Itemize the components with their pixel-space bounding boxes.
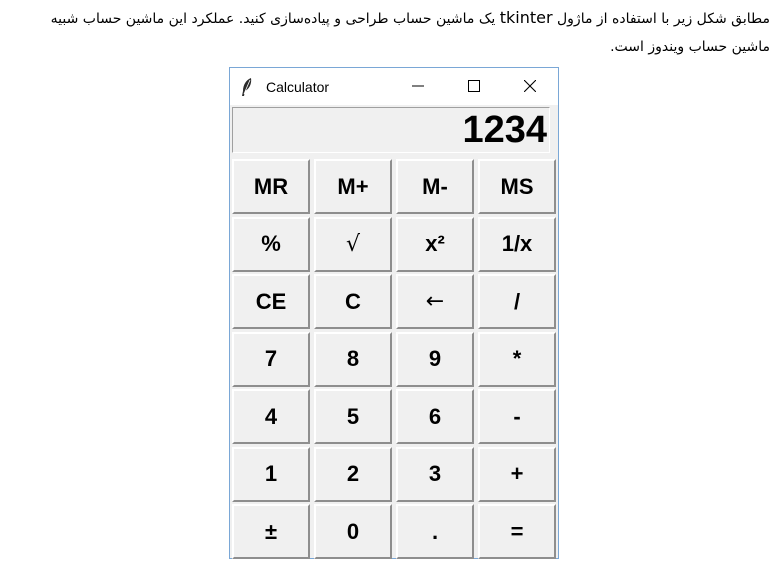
keypad: MR M+ M- MS% √ x² 1/x CE C ←/ 7 8 9 * 4 5 6- 1 2 3 + ±0. = [232,159,558,559]
percent-button[interactable]: % [232,216,310,272]
negate-button[interactable]: ± [232,504,310,559]
divide-button[interactable]: / [478,274,556,329]
digit-2-button[interactable]: 2 [314,446,392,502]
clear-entry-button[interactable]: CE [232,274,310,329]
memory-recall-button[interactable]: MR [232,159,310,214]
square-root-button[interactable]: √ [314,216,392,272]
digit-7-button[interactable]: 7 [232,331,310,387]
digit-1-button[interactable]: 1 [232,446,310,502]
memory-add-button[interactable]: M+ [314,159,392,214]
title-bar[interactable]: Calculator [230,68,558,105]
clear-button[interactable]: C [314,274,392,329]
close-icon [523,77,537,96]
square-button[interactable]: x² [396,216,474,272]
module-name: tkinter [499,8,553,27]
assignment-line-2: ماشین حساب ویندوز است. [610,39,770,55]
close-button[interactable] [502,68,558,105]
digit-0-button[interactable]: 0 [314,504,392,559]
digit-5-button[interactable]: 5 [314,389,392,444]
minimize-button[interactable] [390,68,446,105]
digit-9-button[interactable]: 9 [396,331,474,387]
subtract-button[interactable]: - [478,389,556,444]
memory-subtract-button[interactable]: M- [396,159,474,214]
assignment-line-1-end: یک ماشین حساب طراحی و پیاده‌سازی کنید. ع… [50,11,500,27]
digit-4-button[interactable]: 4 [232,389,310,444]
add-button[interactable]: + [478,446,556,502]
window-title: Calculator [266,78,330,95]
multiply-button[interactable]: * [478,331,556,387]
assignment-line-1: مطابق شکل زیر با استفاده از ماژول tkinte… [10,4,770,33]
calculator-display[interactable]: 1234 [232,107,550,153]
display-area: 1234 [230,105,558,157]
memory-store-button[interactable]: MS [478,159,556,214]
assignment-line-1-start: مطابق شکل زیر با استفاده از ماژول [552,11,770,27]
maximize-button[interactable] [446,68,502,105]
maximize-icon [468,77,480,96]
decimal-point-button[interactable]: . [396,504,474,559]
digit-6-button[interactable]: 6 [396,389,474,444]
digit-3-button[interactable]: 3 [396,446,474,502]
calculator-window: Calculator 1234 MR M+ M- MS% √ x² 1/x CE C ←/7 8 9 *… [229,67,559,559]
feather-icon [240,76,260,98]
minimize-icon [412,77,424,96]
equals-button[interactable]: = [478,504,556,559]
window-controls [390,68,558,105]
digit-8-button[interactable]: 8 [314,331,392,387]
reciprocal-button[interactable]: 1/x [478,216,556,272]
assignment-text: مطابق شکل زیر با استفاده از ماژول tkinte… [10,4,770,61]
backspace-button[interactable]: ← [396,274,474,329]
